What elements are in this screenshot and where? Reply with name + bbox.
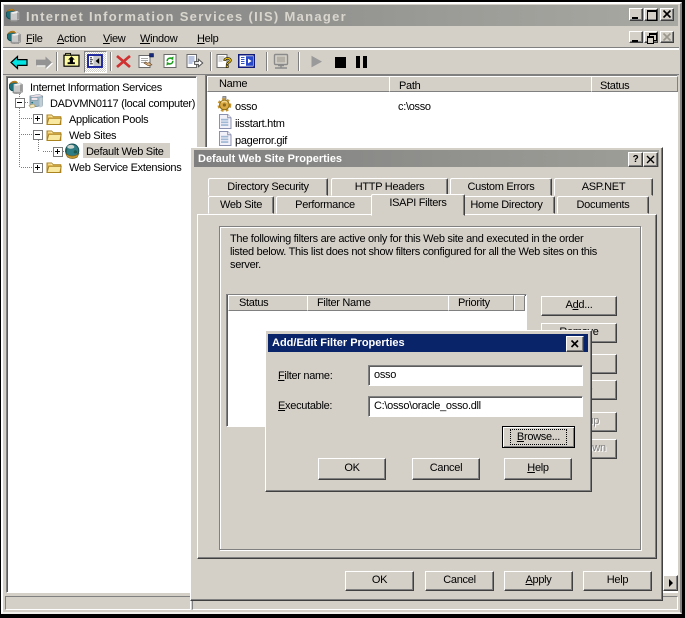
svg-text:?: ? — [223, 55, 232, 70]
